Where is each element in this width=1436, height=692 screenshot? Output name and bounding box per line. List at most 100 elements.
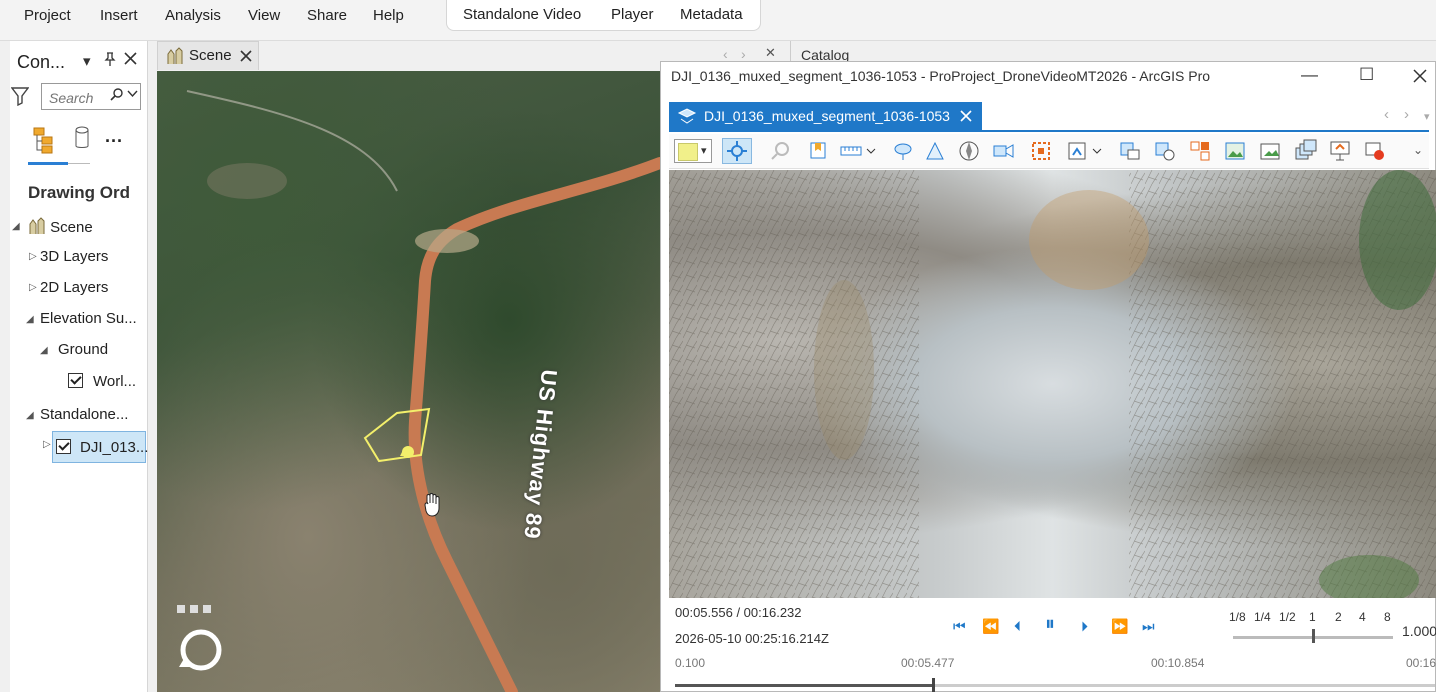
expand-triangle-icon[interactable]: ◢ bbox=[12, 221, 20, 232]
zoom-to-frame-icon[interactable] bbox=[769, 139, 793, 163]
record-icon[interactable] bbox=[1363, 139, 1387, 163]
active-tool-indicator bbox=[28, 162, 68, 165]
maximize-icon[interactable]: ☐ bbox=[1359, 65, 1374, 85]
step-back-icon[interactable]: ⏴ bbox=[1014, 618, 1021, 635]
search-icon[interactable] bbox=[110, 88, 123, 104]
tree-item-standalone-videos[interactable]: Standalone... bbox=[40, 406, 128, 423]
filter-icon[interactable] bbox=[10, 86, 30, 107]
playback-time: 00:05.556 / 00:16.232 bbox=[675, 605, 802, 620]
chevron-down-icon[interactable] bbox=[127, 89, 138, 101]
tab-scene[interactable]: Scene bbox=[157, 41, 259, 70]
capture-frame-icon[interactable] bbox=[1029, 139, 1053, 163]
pause-icon[interactable]: ⏸ bbox=[1045, 613, 1055, 636]
video-player-frame[interactable] bbox=[669, 170, 1436, 598]
close-icon[interactable] bbox=[240, 45, 252, 67]
toolbar-overflow-icon[interactable]: ⌄ bbox=[1413, 143, 1423, 157]
tree-item-dji-video[interactable]: DJI_013... bbox=[80, 439, 148, 456]
collapse-triangle-icon[interactable]: ▷ bbox=[29, 251, 37, 262]
scroll-right-icon[interactable]: › bbox=[741, 46, 746, 62]
navigator-control[interactable] bbox=[177, 605, 227, 680]
expand-triangle-icon[interactable]: ◢ bbox=[26, 314, 34, 325]
timeline-thumb[interactable] bbox=[932, 678, 935, 692]
pane-options-icon[interactable]: ▾ bbox=[83, 52, 91, 70]
menu-view[interactable]: View bbox=[248, 7, 280, 24]
minimize-icon[interactable]: — bbox=[1301, 65, 1318, 85]
contents-pane: Con... ▾ ··· Drawing Ord ◢ bbox=[10, 41, 148, 692]
menu-analysis[interactable]: Analysis bbox=[165, 7, 221, 24]
close-icon[interactable] bbox=[960, 105, 972, 127]
rate-label: 1/2 bbox=[1279, 610, 1296, 624]
scene-map-view[interactable]: US Highway 89 bbox=[157, 71, 660, 692]
divider bbox=[68, 163, 90, 164]
fov-tool-icon[interactable] bbox=[891, 139, 915, 163]
list-by-data-source-icon[interactable] bbox=[74, 126, 90, 157]
playback-rate-thumb[interactable] bbox=[1312, 629, 1315, 643]
step-forward-icon[interactable]: ⏵ bbox=[1081, 618, 1088, 635]
collapse-triangle-icon[interactable]: ▷ bbox=[43, 439, 51, 450]
search-box[interactable] bbox=[41, 83, 141, 110]
drawing-order-heading: Drawing Ord bbox=[28, 183, 131, 202]
rate-label: 1 bbox=[1309, 610, 1316, 624]
tab-player[interactable]: Player bbox=[611, 6, 654, 23]
sensor-tool-icon[interactable] bbox=[923, 139, 947, 163]
go-to-end-icon[interactable]: ⏭ bbox=[1142, 618, 1155, 635]
tab-metadata[interactable]: Metadata bbox=[680, 6, 743, 23]
export-frames-icon[interactable] bbox=[1118, 139, 1142, 163]
tab-video[interactable]: DJI_0136_muxed_segment_1036-1053 bbox=[669, 102, 982, 131]
tree-item-scene[interactable]: Scene bbox=[28, 217, 93, 236]
more-icon[interactable]: ··· bbox=[105, 131, 123, 152]
scene-icon bbox=[166, 47, 184, 70]
timeline-label: 00:05.477 bbox=[901, 656, 955, 670]
image-export-icon[interactable] bbox=[1223, 139, 1247, 163]
add-bookmark-icon[interactable] bbox=[805, 139, 829, 163]
video-to-map-icon[interactable] bbox=[1188, 139, 1212, 163]
playback-rate-value: 1.000 bbox=[1402, 623, 1436, 639]
expand-triangle-icon[interactable]: ◢ bbox=[40, 345, 48, 356]
fast-forward-icon[interactable]: ⏩ bbox=[1111, 618, 1128, 635]
compass-tool-icon[interactable] bbox=[957, 139, 981, 163]
tree-item-ground[interactable]: Ground bbox=[58, 341, 108, 358]
frame-timestamp: 2026-05-10 00:25:16.214Z bbox=[675, 631, 829, 646]
chevron-down-icon[interactable]: ✕ bbox=[765, 45, 776, 61]
create-feature-icon[interactable] bbox=[1065, 139, 1105, 163]
chevron-down-icon[interactable]: ▾ bbox=[1424, 110, 1430, 123]
measure-tool-icon[interactable] bbox=[839, 139, 879, 163]
chevron-down-icon: ▾ bbox=[701, 145, 707, 157]
video-tab-label: DJI_0136_muxed_segment_1036-1053 bbox=[704, 108, 950, 124]
tree-item-elevation-surfaces[interactable]: Elevation Su... bbox=[40, 310, 137, 327]
list-by-drawing-order-icon[interactable] bbox=[32, 126, 60, 159]
menu-insert[interactable]: Insert bbox=[100, 7, 138, 24]
pin-icon[interactable] bbox=[104, 52, 116, 70]
scene-tab-label: Scene bbox=[189, 47, 232, 64]
tab-standalone-video[interactable]: Standalone Video bbox=[463, 6, 581, 23]
scroll-left-icon[interactable]: ‹ bbox=[1384, 106, 1389, 123]
camera-tool-icon[interactable] bbox=[991, 139, 1015, 163]
presentation-icon[interactable] bbox=[1328, 139, 1352, 163]
follow-tool-icon[interactable] bbox=[722, 138, 752, 164]
export-clip-icon[interactable] bbox=[1153, 139, 1177, 163]
menu-share[interactable]: Share bbox=[307, 7, 347, 24]
gallery-icon[interactable] bbox=[1258, 139, 1282, 163]
scroll-right-icon[interactable]: › bbox=[1404, 106, 1409, 123]
menu-help[interactable]: Help bbox=[373, 7, 404, 24]
video-layer-checkbox[interactable] bbox=[56, 439, 71, 454]
tree-item-3d-layers[interactable]: 3D Layers bbox=[40, 248, 108, 265]
scroll-left-icon[interactable]: ‹ bbox=[723, 46, 728, 62]
stack-frames-icon[interactable] bbox=[1293, 139, 1317, 163]
menu-project[interactable]: Project bbox=[24, 7, 71, 24]
frame-symbol-color-picker[interactable]: ▾ bbox=[674, 139, 712, 163]
window-title: DJI_0136_muxed_segment_1036-1053 - ProPr… bbox=[671, 68, 1211, 84]
expand-triangle-icon[interactable]: ◢ bbox=[26, 410, 34, 421]
contextual-tab-group: Standalone Video Player Metadata bbox=[446, 0, 761, 31]
collapse-triangle-icon[interactable]: ▷ bbox=[29, 282, 37, 293]
rewind-icon[interactable]: ⏪ bbox=[982, 618, 999, 635]
rate-label: 1/4 bbox=[1254, 610, 1271, 624]
tree-item-world-elevation[interactable]: Worl... bbox=[93, 373, 136, 390]
tree-item-2d-layers[interactable]: 2D Layers bbox=[40, 279, 108, 296]
search-input[interactable] bbox=[47, 86, 113, 109]
close-icon[interactable] bbox=[124, 52, 137, 69]
world-elevation-checkbox[interactable] bbox=[68, 373, 83, 388]
go-to-start-icon[interactable]: ⏮ bbox=[953, 618, 966, 635]
close-window-icon[interactable] bbox=[1413, 65, 1427, 88]
timeline-label: 0.100 bbox=[675, 656, 706, 670]
